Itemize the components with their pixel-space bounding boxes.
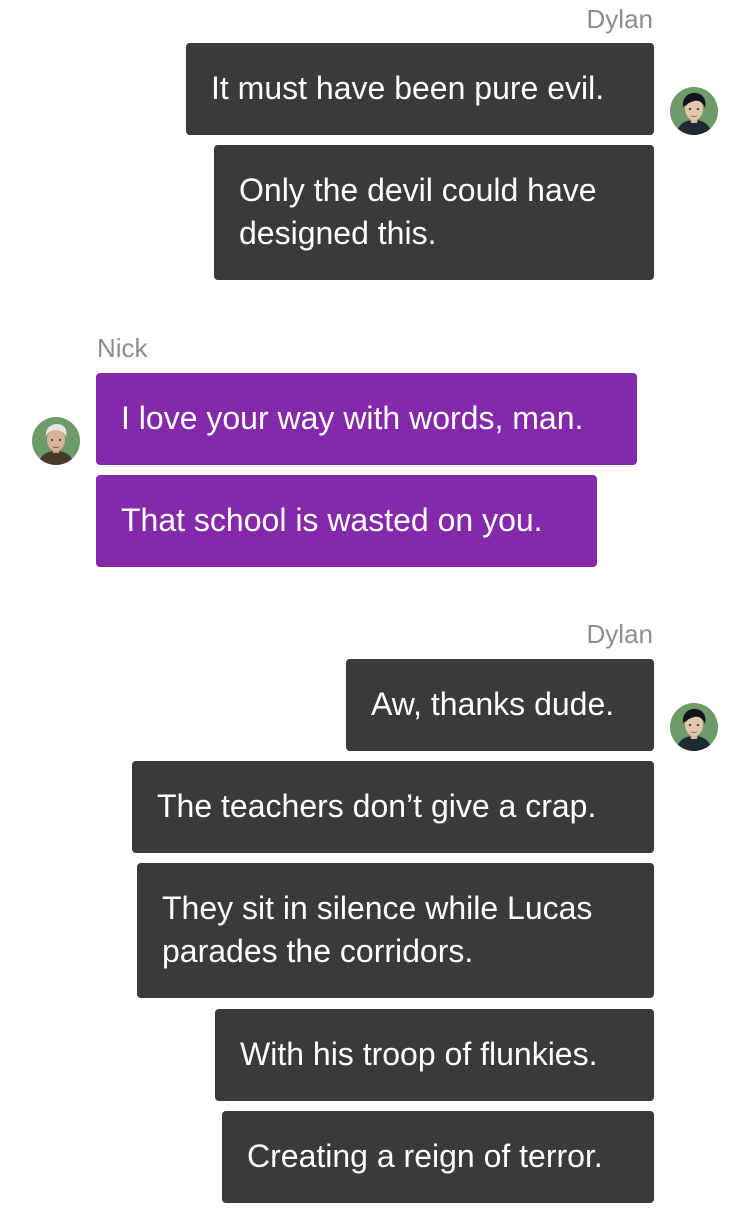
message-text: Creating a reign of terror. — [247, 1138, 603, 1174]
dylan-avatar-icon[interactable] — [670, 87, 718, 135]
message-bubble[interactable]: Only the devil could have designed this. — [214, 145, 654, 280]
message-bubble[interactable]: They sit in silence while Lucas parades … — [137, 863, 654, 998]
sender-name-dylan: Dylan — [586, 4, 653, 34]
message-bubble[interactable]: The teachers don’t give a crap. — [132, 761, 654, 853]
dylan-avatar-icon[interactable] — [670, 703, 718, 751]
message-bubble[interactable]: It must have been pure evil. — [186, 43, 654, 135]
message-text: Only the devil could have designed this. — [239, 172, 597, 251]
message-text: With his troop of flunkies. — [240, 1036, 598, 1072]
sender-name-dylan: Dylan — [586, 619, 653, 649]
message-text: That school is wasted on you. — [121, 502, 543, 538]
sender-name-nick: Nick — [97, 333, 148, 363]
message-bubble[interactable]: Aw, thanks dude. — [346, 659, 654, 751]
message-text: They sit in silence while Lucas parades … — [162, 890, 593, 969]
message-text: The teachers don’t give a crap. — [157, 788, 597, 824]
message-bubble[interactable]: I love your way with words, man. — [96, 373, 637, 465]
message-bubble[interactable]: Creating a reign of terror. — [222, 1111, 654, 1203]
message-bubble[interactable]: That school is wasted on you. — [96, 475, 597, 567]
message-text: Aw, thanks dude. — [371, 686, 615, 722]
message-text: It must have been pure evil. — [211, 70, 605, 106]
message-text: I love your way with words, man. — [121, 400, 584, 436]
nick-avatar-icon[interactable] — [32, 417, 80, 465]
message-bubble[interactable]: With his troop of flunkies. — [215, 1009, 654, 1101]
